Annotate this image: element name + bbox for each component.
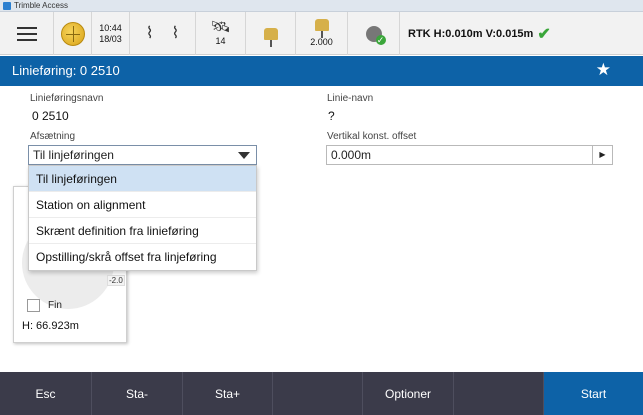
window-title: Trimble Access [14,1,68,10]
satellite-icon: 🛰 [210,19,231,36]
globe-icon [60,21,85,46]
tilt-sensor-icon: ⌇ [145,24,154,42]
time-text: 10:44 [99,22,122,33]
satellite-count: 14 [215,36,226,46]
status-toolbar: 10:44 18/03 ⌇ ⌇ 🛰 14 2.000 RTK H:0.010m … [0,12,643,55]
check-icon: ✔ [537,25,551,43]
empty-softkey [454,372,544,415]
radio-link-icon [365,25,386,45]
vertical-offset-value: 0.000m [331,148,372,162]
dropdown-option[interactable]: Station on alignment [29,192,256,218]
stakeout-label: Afsætning [30,131,76,142]
empty-softkey [273,372,363,415]
map-button[interactable] [54,12,92,55]
stakeout-dropdown-list: Til linjeføringen Station on alignment S… [28,165,257,271]
radio-link-button[interactable] [348,12,400,55]
chevron-down-icon [238,152,250,159]
clock-display: 10:44 18/03 [92,12,130,55]
scale-label: -2.0 [107,275,125,286]
page-title: Linieføring: 0 2510 [12,63,120,78]
esc-button[interactable]: Esc [0,372,92,415]
page-header: Linieføring: 0 2510 ★ [0,56,643,86]
menu-icon [16,26,37,29]
dropdown-option[interactable]: Til linjeføringen [29,166,256,192]
options-button[interactable]: Optioner [363,372,454,415]
alignment-name-value: 0 2510 [32,109,69,123]
vertical-offset-input[interactable]: 0.000m ▶ [326,145,613,165]
arrow-right-icon[interactable]: ▶ [592,146,612,164]
start-button[interactable]: Start [544,372,643,415]
line-name-label: Linie-navn [327,93,374,104]
tilt-sensor-icon-2: ⌇ [171,24,180,42]
softkey-bar: Esc Sta- Sta+ Optioner Start [0,372,643,415]
alignment-name-label: Linieføringsnavn [30,93,104,104]
fine-checkbox[interactable] [27,299,40,312]
dropdown-option[interactable]: Skrænt definition fra linieføring [29,218,256,244]
receiver-button[interactable] [246,12,296,55]
antenna-height-button[interactable]: 2.000 [296,12,348,55]
menu-button[interactable] [0,12,54,55]
vertical-offset-label: Vertikal konst. offset [327,131,417,142]
date-text: 18/03 [99,33,122,44]
rtk-status-text: RTK H:0.010m V:0.015m [408,27,534,40]
app-icon [3,2,11,10]
stakeout-select[interactable]: Til linjeføringen [28,145,257,165]
dropdown-option[interactable]: Opstilling/skrå offset fra linjeføring [29,244,256,270]
rtk-status[interactable]: RTK H:0.010m V:0.015m ✔ [400,12,643,55]
window-title-bar: Trimble Access [0,0,643,12]
star-icon[interactable]: ★ [596,60,611,80]
gnss-receiver-icon [263,27,278,47]
station-plus-button[interactable]: Sta+ [183,372,273,415]
station-minus-button[interactable]: Sta- [92,372,183,415]
line-name-value: ? [328,109,335,123]
satellites-button[interactable]: 🛰 14 [196,12,246,55]
fine-label: Fin [48,300,62,311]
height-value: H: 66.923m [22,320,79,332]
antenna-icon [314,19,329,38]
antenna-height-value: 2.000 [310,37,333,47]
stakeout-selected-value: Til linjeføringen [33,148,114,162]
tilt-sensor-button[interactable]: ⌇ ⌇ [130,12,196,55]
